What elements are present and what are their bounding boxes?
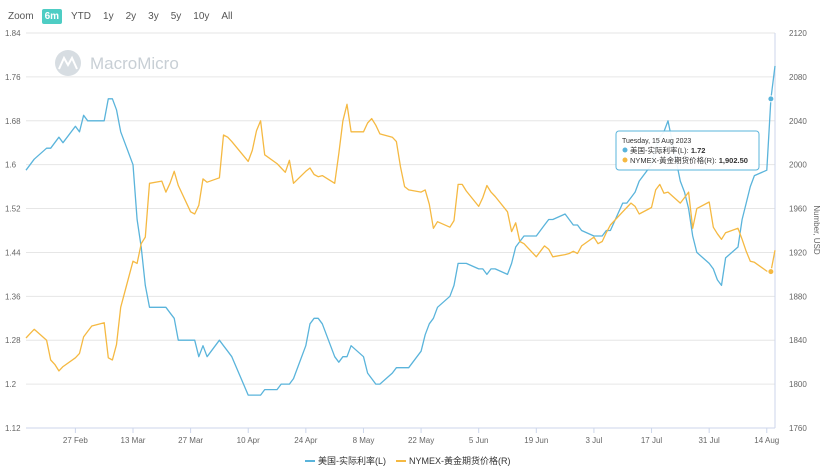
tooltip-row: 美国-实际利率(L): 1.72 xyxy=(630,145,705,155)
right-tick-label: 2120 xyxy=(789,29,807,38)
left-axis: 1.84 1.76 1.68 1.6 1.52 1.44 1.36 1.28 1.2 1.12 xyxy=(5,29,21,433)
x-tick-label: 19 Jun xyxy=(524,436,548,445)
right-tick-label: 2080 xyxy=(789,73,807,82)
tooltip-row: NYMEX-黃金期货价格(R): 1,902.50 xyxy=(630,155,748,165)
x-tick-label: 24 Apr xyxy=(294,436,317,445)
x-tick-label: 14 Aug xyxy=(754,436,779,445)
right-axis: 2120 2080 2040 2000 1960 1920 1880 1840 1800 1760… xyxy=(774,29,821,433)
right-tick-label: 1760 xyxy=(789,424,807,433)
right-tick-label: 2040 xyxy=(789,117,807,126)
x-tick-label: 3 Jul xyxy=(585,436,602,445)
hover-point-real-rate xyxy=(767,95,775,103)
left-tick-label: 1.12 xyxy=(5,424,21,433)
right-tick-label: 1960 xyxy=(789,205,807,214)
chart-svg: MacroMicro 1.841.761.681.61.521.441.361.… xyxy=(5,29,821,466)
x-tick-label: 5 Jun xyxy=(469,436,489,445)
x-axis: 27 Feb 13 Mar 27 Mar 10 Apr 24 Apr 8 May 22 Ma… xyxy=(26,427,779,445)
right-tick-label: 1880 xyxy=(789,292,807,301)
real-rate-line xyxy=(25,65,776,396)
x-tick-label: 27 Feb xyxy=(63,436,88,445)
left-tick-label: 1.52 xyxy=(5,205,21,214)
left-tick-label: 1.76 xyxy=(5,73,21,82)
x-tick-label: 10 Apr xyxy=(237,436,260,445)
tooltip-date: Tuesday, 15 Aug 2023 xyxy=(622,138,691,145)
x-tick-label: 31 Jul xyxy=(698,436,720,445)
left-tick-label: 1.36 xyxy=(5,292,21,301)
x-tick-label: 13 Mar xyxy=(121,436,146,445)
left-tick-label: 1.44 xyxy=(5,248,21,257)
x-tick-label: 22 May xyxy=(408,436,434,445)
x-tick-label: 17 Jul xyxy=(641,436,663,445)
left-tick-label: 1.6 xyxy=(5,161,17,170)
left-tick-label: 1.28 xyxy=(5,336,21,345)
right-tick-label: 1920 xyxy=(789,248,807,257)
right-tick-label: 2000 xyxy=(789,161,807,170)
tooltip-marker xyxy=(622,157,628,163)
tooltip-marker xyxy=(622,147,628,153)
right-tick-label: 1800 xyxy=(789,380,807,389)
hover-point-gold xyxy=(767,268,775,276)
right-tick-label: 1840 xyxy=(789,336,807,345)
left-tick-label: 1.2 xyxy=(5,380,17,389)
chart-container: Zoom 6m YTD 1y 2y 3y 5y 10y All MacroMic… xyxy=(0,0,830,476)
right-axis-title: Number, USD xyxy=(812,205,821,255)
left-tick-label: 1.68 xyxy=(5,117,21,126)
legend-label: NYMEX-黃金期货价格(R) xyxy=(409,455,511,466)
legend-label: 美国-实际利率(L) xyxy=(318,455,386,466)
watermark: MacroMicro xyxy=(55,50,179,76)
left-tick-label: 1.84 xyxy=(5,29,21,38)
x-tick-label: 8 May xyxy=(353,436,375,445)
watermark-text: MacroMicro xyxy=(90,54,179,73)
series-lines xyxy=(25,65,776,396)
legend[interactable]: 美国-实际利率(L) NYMEX-黃金期货价格(R) xyxy=(305,455,511,466)
x-tick-label: 27 Mar xyxy=(178,436,203,445)
